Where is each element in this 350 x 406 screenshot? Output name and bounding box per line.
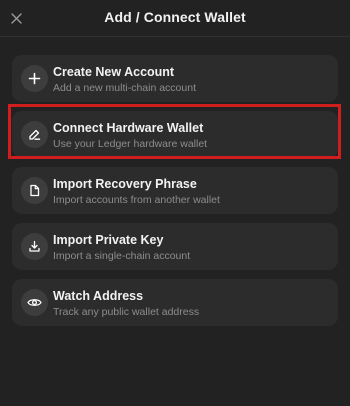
document-icon <box>21 177 48 204</box>
download-icon <box>21 233 48 260</box>
modal-title: Add / Connect Wallet <box>104 9 246 25</box>
option-label: Create New Account <box>53 65 175 79</box>
option-description: Track any public wallet address <box>53 306 200 318</box>
option-description: Use your Ledger hardware wallet <box>53 138 208 150</box>
option-description: Import a single-chain account <box>53 250 191 262</box>
option-description: Import accounts from another wallet <box>53 194 220 206</box>
pen-icon <box>21 121 48 148</box>
option-label: Import Private Key <box>53 233 164 247</box>
wallet-options-list: Create New Account Add a new multi-chain… <box>12 55 338 335</box>
option-description: Add a new multi-chain account <box>53 82 196 94</box>
option-label: Connect Hardware Wallet <box>53 121 204 135</box>
modal-header: Add / Connect Wallet <box>0 0 350 37</box>
eye-icon <box>21 289 48 316</box>
connect-hardware-wallet-option[interactable]: Connect Hardware Wallet Use your Ledger … <box>12 111 338 158</box>
option-label: Import Recovery Phrase <box>53 177 197 191</box>
create-new-account-option[interactable]: Create New Account Add a new multi-chain… <box>12 55 338 102</box>
watch-address-option[interactable]: Watch Address Track any public wallet ad… <box>12 279 338 326</box>
option-label: Watch Address <box>53 289 144 303</box>
import-private-key-option[interactable]: Import Private Key Import a single-chain… <box>12 223 338 270</box>
plus-icon <box>21 65 48 92</box>
import-recovery-phrase-option[interactable]: Import Recovery Phrase Import accounts f… <box>12 167 338 214</box>
